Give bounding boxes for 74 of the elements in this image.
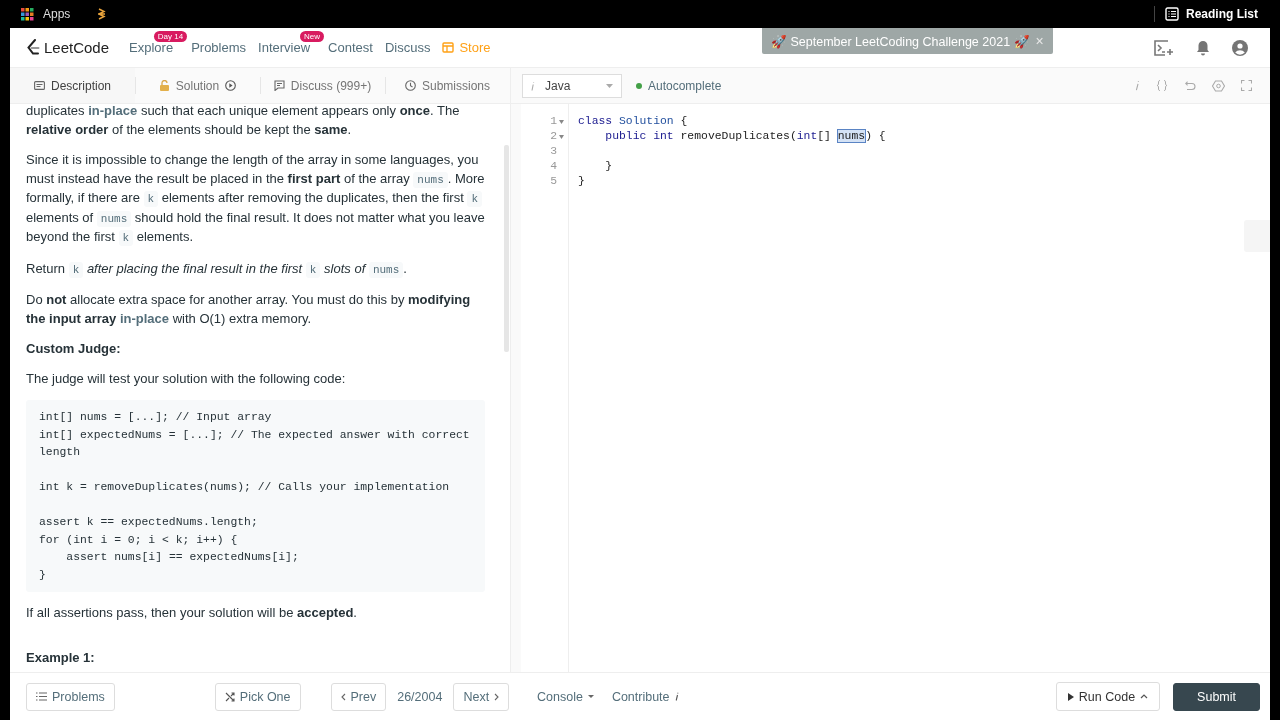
caret-icon (587, 695, 594, 698)
nav-link[interactable]: Contest (322, 40, 379, 55)
terminal-plus-icon[interactable] (1154, 39, 1174, 56)
chevron-up-icon (1140, 694, 1149, 699)
code-line[interactable]: class Solution { (578, 114, 886, 129)
info-icon[interactable] (1135, 80, 1140, 91)
description-paragraph: Return k after placing the final result in the first k slots of nums . (26, 259, 408, 279)
description-paragraph: Do not allocate extra space for another array. You must do this by modifying the input array in-place with O(1) extra memory. (26, 291, 472, 328)
line-number: 4 (550, 159, 557, 174)
shuffle-icon (224, 691, 235, 702)
panel-tab[interactable]: Solution (135, 68, 260, 103)
line-number: 1 (550, 114, 557, 129)
settings-icon[interactable] (1212, 79, 1225, 92)
console-button[interactable]: Console (528, 682, 603, 711)
comment-icon (273, 80, 285, 91)
autocomplete-toggle[interactable]: Autocomplete (648, 78, 722, 93)
panel-tab[interactable]: Discuss (999+) (260, 68, 385, 103)
clock-icon (405, 80, 416, 91)
nav-link[interactable]: Explore (123, 40, 180, 55)
code-block: int[] nums = [...]; // Input array int[] expectedNums = [...]; // The expected answer with correct length int k = removeDuplicates(nums); // Calls your implementation assert k == expectedNums.length; for (int i = 0; i < k; i++) { assert nums[i] == expectedNums[i]; } (26, 400, 485, 592)
line-number: 5 (550, 174, 557, 189)
nav-badge: New (300, 31, 325, 42)
info-icon (531, 80, 535, 91)
side-panel-handle[interactable] (1244, 220, 1270, 252)
play-circle-icon (225, 80, 237, 91)
code-line[interactable]: } (578, 174, 886, 189)
fold-caret-icon[interactable] (559, 119, 564, 124)
next-button[interactable]: Next (453, 682, 510, 711)
info-icon (674, 692, 679, 701)
nav-link[interactable]: Interview (252, 40, 317, 55)
line-number: 3 (550, 144, 557, 159)
problems-button[interactable]: Problems (26, 682, 115, 711)
description-paragraph: The judge will test your solution with the following code: (26, 369, 347, 388)
nav-badge: Day 14 (153, 31, 188, 42)
code-line[interactable]: public int removeDuplicates(int[] nums) { (578, 129, 886, 144)
pick-one-button[interactable]: Pick One (214, 682, 301, 711)
undo-icon[interactable] (1184, 80, 1196, 91)
problem-counter: 26/2004 (397, 689, 443, 704)
section-heading: Custom Judge: (26, 340, 122, 358)
language-select[interactable]: Java (522, 73, 622, 98)
document-icon (34, 81, 45, 90)
description-paragraph: duplicates in-place such that each unique element appears only once. The relative order of the elements should be kept the same. (26, 104, 461, 139)
leetcode-logo-icon[interactable] (26, 39, 40, 56)
apps-label[interactable]: Apps (43, 7, 71, 21)
scrollbar-thumb[interactable] (504, 145, 509, 352)
line-number: 2 (550, 129, 557, 144)
reading-list-icon (1165, 7, 1179, 21)
prev-button[interactable]: Prev (330, 682, 387, 711)
play-icon (1067, 692, 1074, 701)
chevron-right-icon (494, 692, 500, 701)
run-code-button[interactable]: Run Code (1055, 682, 1161, 711)
apps-grid-icon[interactable] (21, 7, 34, 21)
submit-button[interactable]: Submit (1173, 682, 1260, 711)
contribute-button[interactable]: Contribute (602, 682, 688, 711)
bookmark-logo-icon[interactable] (97, 8, 108, 20)
fold-caret-icon[interactable] (559, 134, 564, 139)
caret-icon (606, 83, 613, 88)
account-icon[interactable] (1232, 39, 1248, 56)
notification-bell-icon[interactable] (1196, 39, 1210, 56)
braces-icon[interactable] (1156, 80, 1168, 91)
store-icon (442, 42, 455, 53)
logo-text[interactable]: LeetCode (44, 39, 110, 56)
section-heading: Example 1: (26, 648, 96, 667)
unlocked-padlock-icon (158, 80, 170, 91)
reading-list-button[interactable]: Reading List (1186, 7, 1258, 21)
list-icon (36, 692, 47, 701)
nav-link[interactable]: Discuss (378, 40, 437, 55)
code-line[interactable]: } (578, 159, 886, 174)
nav-link[interactable]: Problems (185, 40, 253, 55)
description-paragraph: If all assertions pass, then your solution will be accepted. (26, 604, 358, 622)
fullscreen-icon[interactable] (1241, 80, 1252, 91)
chevron-left-icon (340, 692, 346, 701)
description-paragraph: Since it is impossible to change the length of the array in some languages, you must instead have the result be placed in the first part of the array nums . More formally, if there are k elements after removing the duplicates, then the first k elements of nums should hold the final result. It does not matter what you leave beyond the first k elements. (26, 151, 485, 248)
panel-tab[interactable]: Submissions (385, 68, 510, 103)
